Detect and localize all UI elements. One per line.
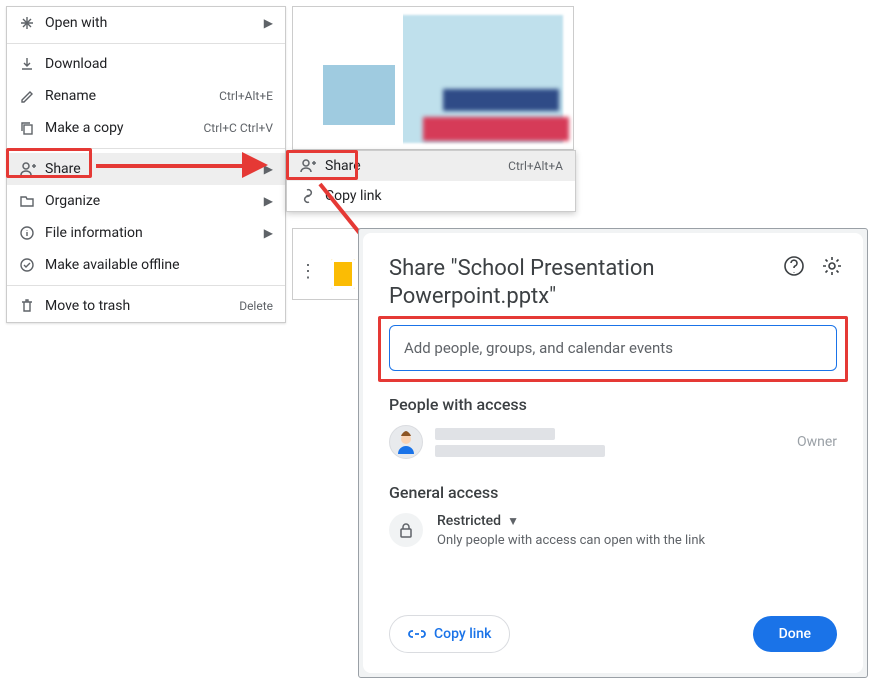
chevron-right-icon: ▶	[264, 194, 273, 208]
copy-link-button[interactable]: Copy link	[389, 615, 510, 653]
people-with-access-heading: People with access	[389, 395, 837, 415]
shortcut-label: Ctrl+Alt+A	[508, 159, 563, 173]
file-thumbnail	[292, 6, 574, 150]
copy-icon	[19, 120, 45, 136]
share-dialog: Share "School Presentation Powerpoint.pp…	[363, 233, 863, 673]
chevron-down-icon: ▼	[507, 514, 519, 528]
menu-open-with[interactable]: Open with ▶	[7, 7, 285, 39]
general-access-heading: General access	[389, 483, 837, 503]
chevron-right-icon: ▶	[264, 16, 273, 30]
redacted-name	[435, 428, 555, 440]
person-role: Owner	[797, 434, 837, 450]
menu-rename[interactable]: Rename Ctrl+Alt+E	[7, 80, 285, 112]
folder-icon	[19, 193, 45, 209]
dialog-title: Share "School Presentation Powerpoint.pp…	[389, 255, 769, 311]
menu-label: Open with	[45, 15, 264, 31]
menu-label: Rename	[45, 88, 219, 104]
trash-icon	[19, 298, 45, 314]
menu-label: Share	[45, 161, 264, 177]
chevron-right-icon: ▶	[264, 226, 273, 240]
download-icon	[19, 56, 45, 72]
menu-separator	[7, 148, 285, 149]
menu-label: Organize	[45, 193, 264, 209]
offline-icon	[19, 257, 45, 273]
menu-label: Download	[45, 56, 273, 72]
menu-separator	[7, 43, 285, 44]
menu-label: Make a copy	[45, 120, 204, 136]
avatar	[389, 425, 423, 459]
access-level-dropdown[interactable]: Restricted ▼	[437, 513, 705, 529]
menu-make-copy[interactable]: Make a copy Ctrl+C Ctrl+V	[7, 112, 285, 144]
copy-link-label: Copy link	[434, 626, 491, 642]
menu-label: Make available offline	[45, 257, 273, 273]
open-with-icon	[19, 15, 45, 31]
menu-label: File information	[45, 225, 264, 241]
access-help-text: Only people with access can open with th…	[437, 533, 705, 548]
done-label: Done	[779, 626, 811, 642]
submenu-share[interactable]: Share Ctrl+Alt+A	[287, 151, 575, 181]
gear-icon[interactable]	[821, 255, 843, 277]
menu-separator	[7, 285, 285, 286]
redacted-email	[435, 445, 605, 457]
lock-icon	[389, 513, 423, 547]
shortcut-label: Delete	[239, 299, 273, 313]
add-people-input[interactable]: Add people, groups, and calendar events	[389, 325, 837, 371]
person-row: Owner	[389, 425, 837, 459]
share-dialog-frame: Share "School Presentation Powerpoint.pp…	[358, 228, 868, 678]
info-icon	[19, 225, 45, 241]
help-icon[interactable]	[783, 255, 805, 277]
shortcut-label: Ctrl+Alt+E	[219, 89, 273, 103]
menu-download[interactable]: Download	[7, 48, 285, 80]
menu-label: Share	[325, 158, 508, 174]
link-icon	[408, 625, 426, 643]
person-add-icon	[299, 157, 325, 175]
done-button[interactable]: Done	[753, 616, 837, 652]
menu-offline[interactable]: Make available offline	[7, 249, 285, 281]
chevron-right-icon: ▶	[264, 162, 273, 176]
menu-file-info[interactable]: File information ▶	[7, 217, 285, 249]
general-access-row: Restricted ▼ Only people with access can…	[389, 513, 837, 548]
shortcut-label: Ctrl+C Ctrl+V	[204, 121, 274, 135]
input-placeholder: Add people, groups, and calendar events	[404, 339, 673, 357]
person-add-icon	[19, 160, 45, 178]
rename-icon	[19, 88, 45, 104]
menu-organize[interactable]: Organize ▶	[7, 185, 285, 217]
menu-label: Move to trash	[45, 298, 239, 314]
menu-share[interactable]: Share ▶	[7, 153, 285, 185]
menu-trash[interactable]: Move to trash Delete	[7, 290, 285, 322]
context-menu: Open with ▶ Download Rename Ctrl+Alt+E M…	[6, 6, 286, 323]
access-level-label: Restricted	[437, 513, 501, 529]
